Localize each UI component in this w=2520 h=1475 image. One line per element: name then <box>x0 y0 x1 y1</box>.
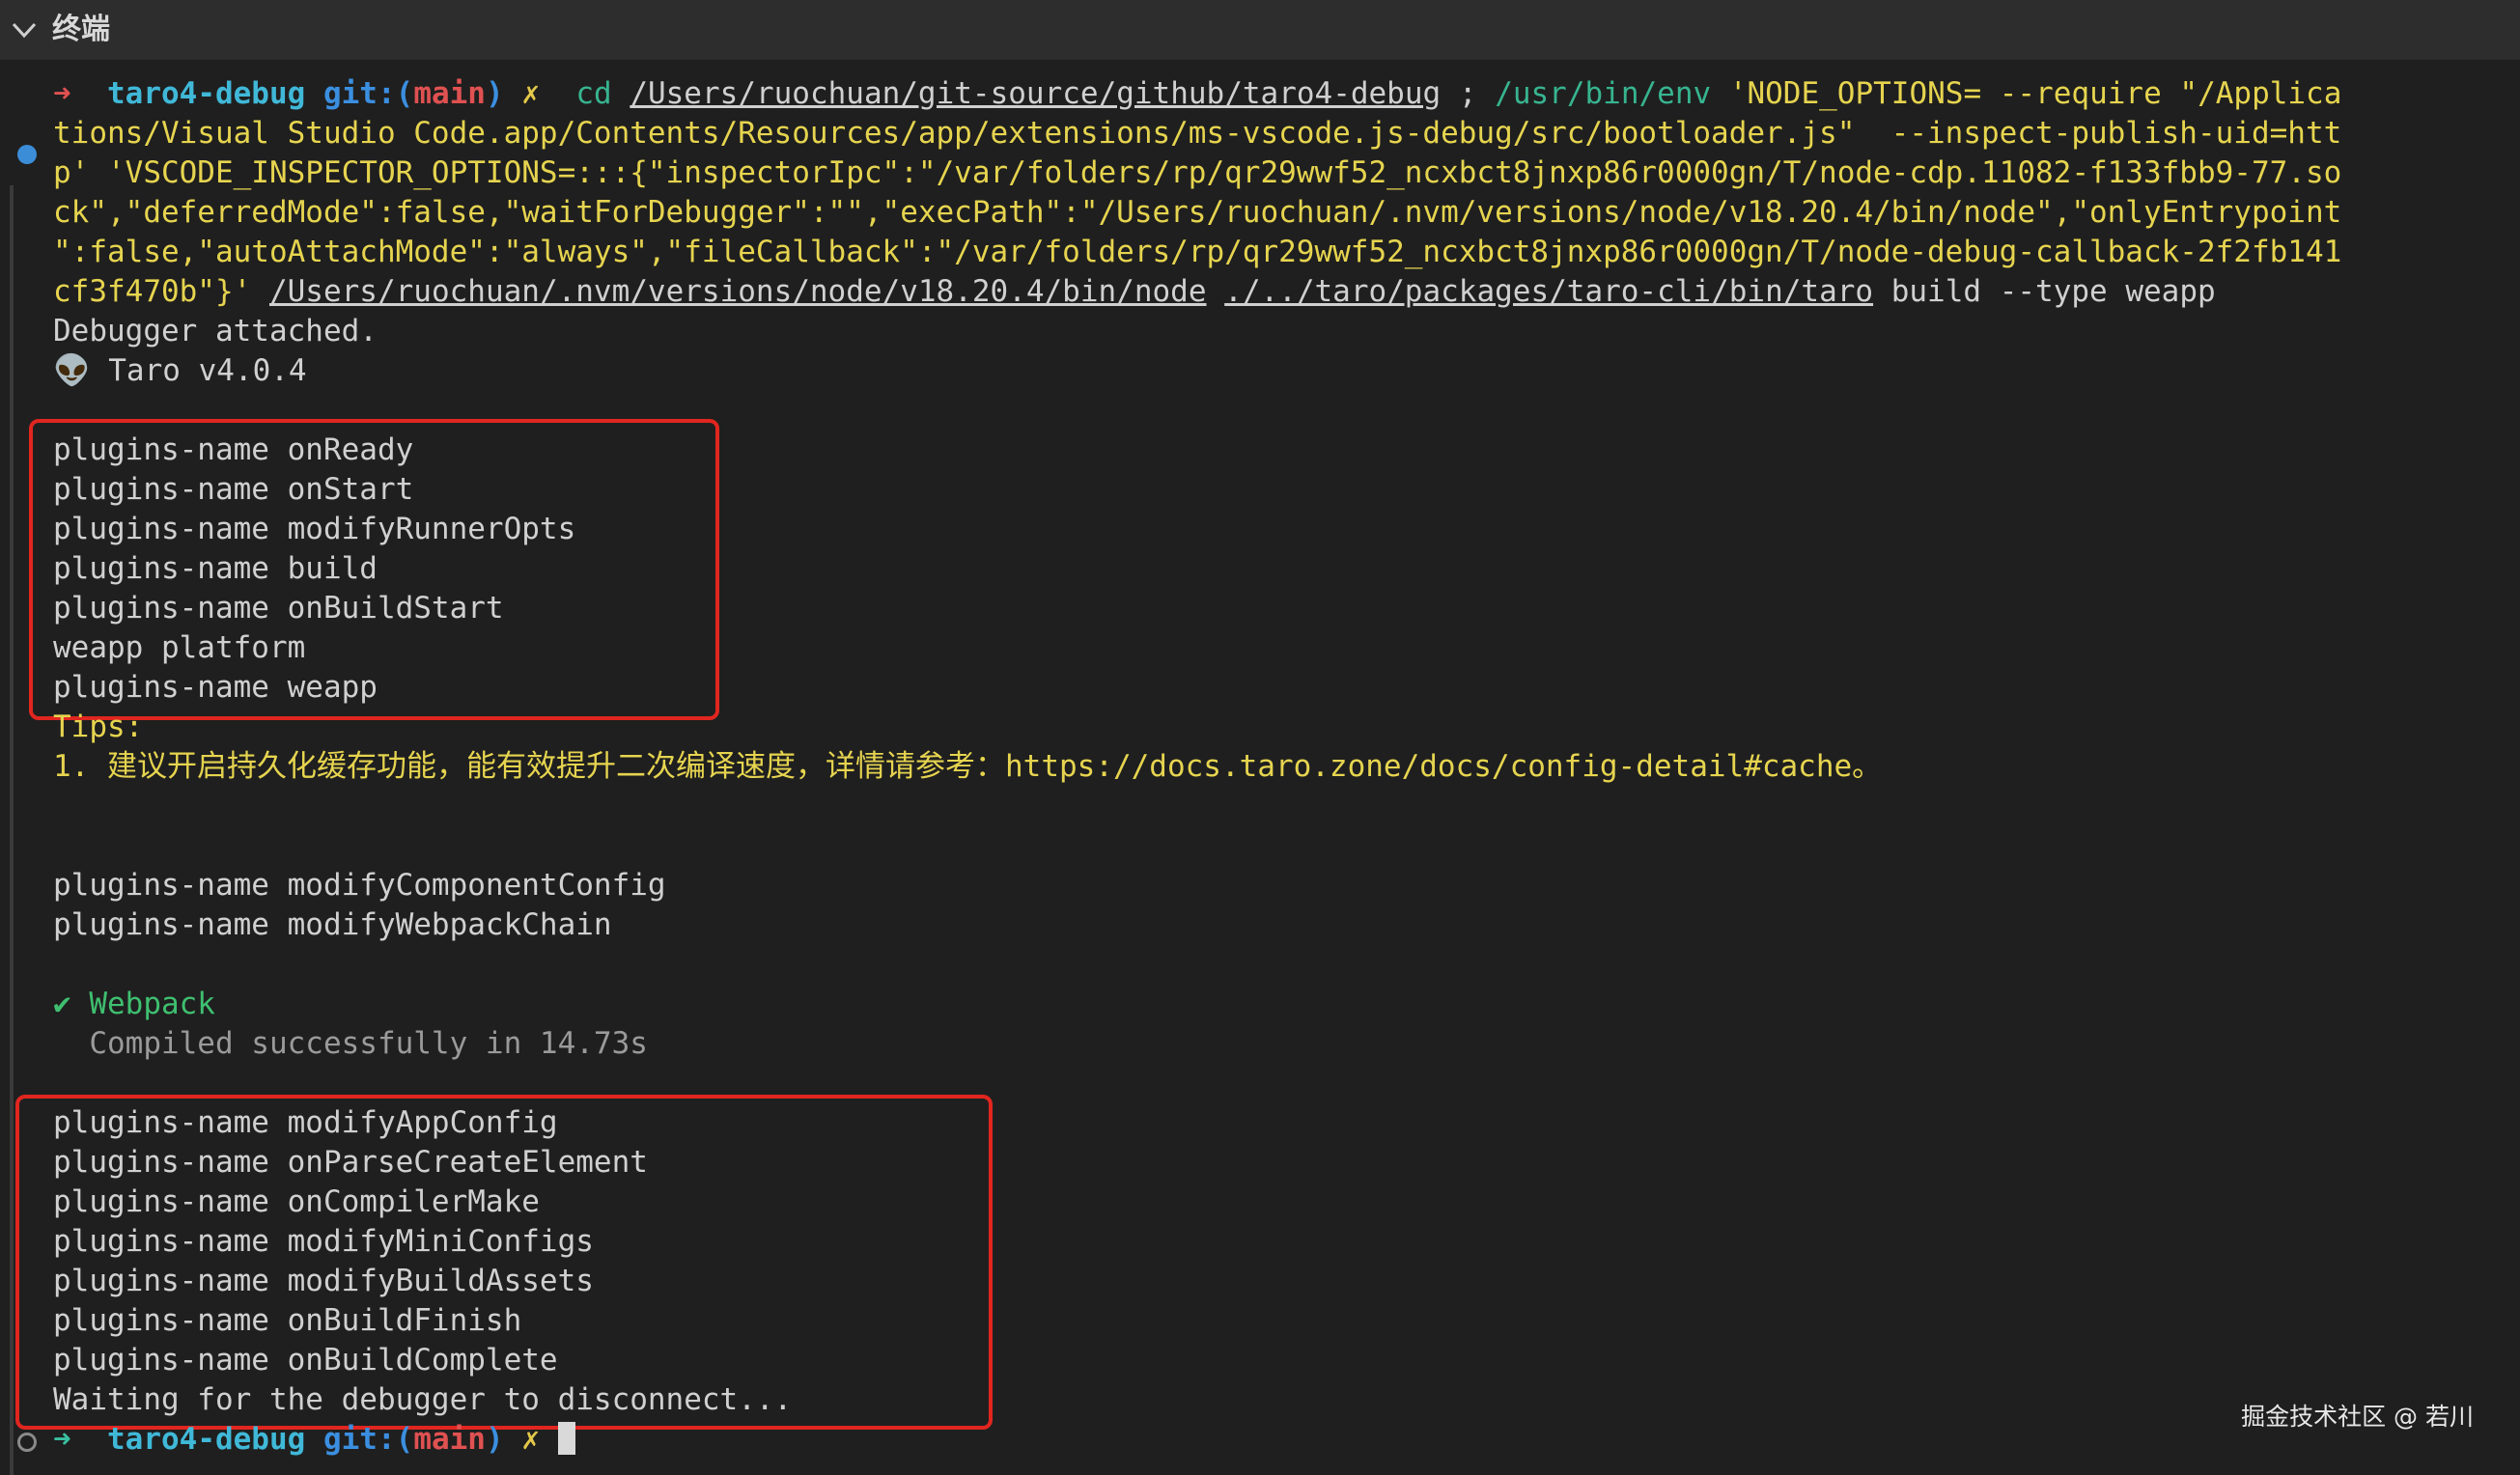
terminal-panel-header[interactable]: 终端 <box>0 0 2520 60</box>
compiled-status: Compiled successfully in 14.73s <box>53 1026 648 1061</box>
log-line: plugins-name build <box>53 551 378 586</box>
log-line: plugins-name onBuildFinish <box>53 1303 522 1338</box>
pending-status-dot <box>17 1433 37 1452</box>
cmd-line-6-pre: cf3f470b"}' <box>53 274 252 309</box>
prompt-line: ➜ taro4-debug git:(main) ✗ cd /Users/ruo… <box>53 74 2341 114</box>
cmd-line-2: tions/Visual Studio Code.app/Contents/Re… <box>53 116 2342 151</box>
log-line: Waiting for the debugger to disconnect..… <box>53 1382 793 1417</box>
cmd-line-3: p' 'VSCODE_INSPECTOR_OPTIONS=:::{"inspec… <box>53 155 2342 190</box>
log-line: plugins-name onReady <box>53 432 414 467</box>
text-cursor[interactable] <box>557 1422 575 1455</box>
gutter-rule <box>10 185 14 1475</box>
log-line: plugins-name onCompilerMake <box>53 1184 540 1219</box>
cmd-cd: cd <box>575 76 612 111</box>
panel-title: 终端 <box>52 13 110 46</box>
cmd-path-link[interactable]: /Users/ruochuan/git-source/github/taro4-… <box>630 76 1441 111</box>
prompt-branch: main <box>413 1422 486 1457</box>
log-line: plugins-name onParseCreateElement <box>53 1145 648 1180</box>
log-line: plugins-name modifyBuildAssets <box>53 1264 594 1298</box>
log-line: plugins-name modifyWebpackChain <box>53 907 612 942</box>
taro-cli-path-link[interactable]: ./../taro/packages/taro-cli/bin/taro <box>1224 274 1873 309</box>
log-line: plugins-name onBuildStart <box>53 591 504 626</box>
webpack-status: ✔ Webpack <box>53 987 215 1021</box>
prompt-dirty-icon: ✗ <box>521 76 540 111</box>
prompt-dir: taro4-debug <box>107 1422 306 1457</box>
prompt-git-prefix: git:( <box>322 76 414 111</box>
log-line: plugins-name modifyRunnerOpts <box>53 512 576 546</box>
log-line: plugins-name weapp <box>53 670 378 705</box>
prompt-git-prefix: git:( <box>322 1422 414 1457</box>
log-line: plugins-name modifyAppConfig <box>53 1105 558 1140</box>
cmd-line-6: cf3f470b"}' /Users/ruochuan/.nvm/version… <box>53 272 2216 312</box>
debugger-attached-line: Debugger attached. <box>53 314 378 348</box>
cmd-sep: ; <box>1441 76 1496 111</box>
prompt-branch: main <box>413 76 486 111</box>
prompt-dir: taro4-debug <box>107 76 306 111</box>
prompt-git-suffix: ) <box>485 1422 504 1457</box>
log-line: plugins-name modifyComponentConfig <box>53 868 666 903</box>
node-path-link[interactable]: /Users/ruochuan/.nvm/versions/node/v18.2… <box>269 274 1207 309</box>
log-line: weapp platform <box>53 630 306 665</box>
log-line: plugins-name onBuildComplete <box>53 1343 558 1378</box>
cmd-env: /usr/bin/env <box>1495 76 1712 111</box>
cmd-line-4: ck","deferredMode":false,"waitForDebugge… <box>53 195 2342 230</box>
prompt-line-final[interactable]: ➜ taro4-debug git:(main) ✗ <box>53 1420 575 1460</box>
log-line: plugins-name modifyMiniConfigs <box>53 1224 594 1259</box>
taro-version-line: 👽 Taro v4.0.4 <box>53 353 307 388</box>
cmd-args: build --type weapp <box>1873 274 2216 309</box>
chevron-down-icon[interactable] <box>10 18 39 42</box>
log-line: plugins-name onStart <box>53 472 414 507</box>
prompt-arrow-icon: ➜ <box>53 76 71 111</box>
prompt-git-suffix: ) <box>485 76 504 111</box>
cmd-node-options: 'NODE_OPTIONS= --require "/Applica <box>1711 76 2342 111</box>
tips-label: Tips: <box>53 710 144 744</box>
tips-line: 1. 建议开启持久化缓存功能，能有效提升二次编译速度，详情请参考：https:/… <box>53 749 1883 784</box>
terminal-output[interactable]: ➜ taro4-debug git:(main) ✗ cd /Users/ruo… <box>0 60 2520 1475</box>
prompt-arrow-icon: ➜ <box>53 1422 71 1457</box>
watermark: 掘金技术社区 @ 若川 <box>2241 1403 2474 1431</box>
prompt-dirty-icon: ✗ <box>521 1422 540 1457</box>
cmd-line-5: ":false,"autoAttachMode":"always","fileC… <box>53 235 2342 269</box>
command-status-dot[interactable] <box>17 145 37 164</box>
